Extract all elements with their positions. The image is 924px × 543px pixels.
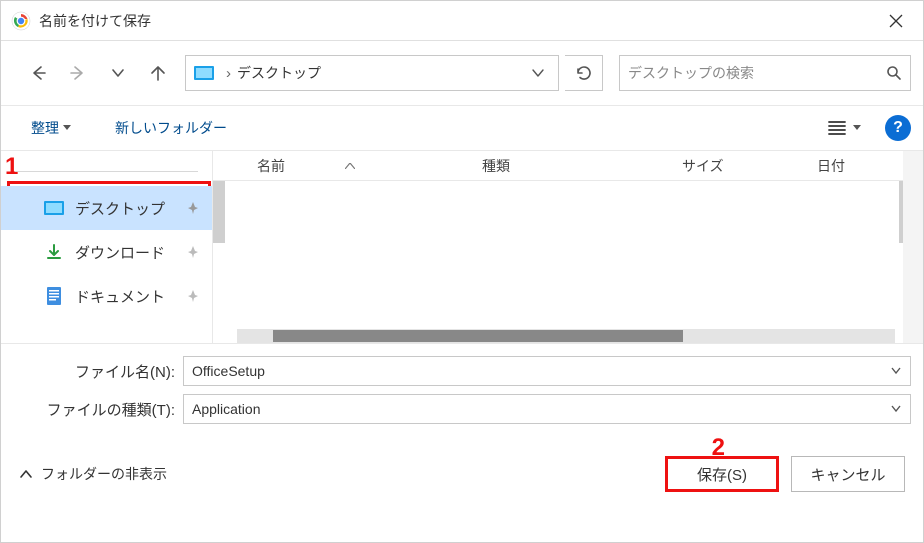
sidebar-item-label: ダウンロード: [75, 242, 186, 263]
list-body: [213, 181, 923, 343]
close-button[interactable]: [873, 1, 919, 40]
column-headers: 名前 種類 サイズ 日付: [213, 151, 923, 181]
back-button[interactable]: [21, 56, 55, 90]
refresh-button[interactable]: [565, 55, 603, 91]
filename-input[interactable]: OfficeSetup: [183, 356, 911, 386]
save-label: 保存(S): [697, 464, 747, 485]
breadcrumb[interactable]: › デスクトップ: [185, 55, 559, 91]
sidebar-item-desktop[interactable]: デスクトップ: [1, 186, 212, 230]
pin-icon: [186, 289, 200, 303]
refresh-icon: [575, 64, 593, 82]
column-name[interactable]: 名前: [257, 156, 482, 176]
up-button[interactable]: [141, 56, 175, 90]
folders-toggle[interactable]: フォルダーの非表示: [19, 464, 167, 484]
caret-down-icon: [853, 124, 861, 132]
desktop-icon: [192, 63, 216, 83]
column-type[interactable]: 種類: [482, 156, 682, 176]
cancel-label: キャンセル: [810, 464, 885, 485]
pin-icon: [186, 245, 200, 259]
filetype-label: ファイルの種類(T):: [13, 399, 183, 420]
sidebar-separator: [15, 171, 198, 172]
sidebar-item-label: デスクトップ: [75, 198, 186, 219]
breadcrumb-separator: ›: [226, 65, 231, 82]
chrome-icon: [11, 11, 31, 31]
body-area: 1 デスクトップ ダウンロード ドキュメント 名前 種類 サイズ: [1, 151, 923, 343]
filename-value: OfficeSetup: [192, 363, 890, 379]
cancel-button[interactable]: キャンセル: [791, 456, 905, 492]
folders-toggle-label: フォルダーの非表示: [41, 464, 167, 484]
organize-button[interactable]: 整理: [23, 114, 79, 142]
close-icon: [889, 14, 903, 28]
new-folder-label: 新しいフォルダー: [115, 118, 227, 138]
forward-button[interactable]: [61, 56, 95, 90]
toolbar: 整理 新しいフォルダー ?: [1, 105, 923, 151]
new-folder-button[interactable]: 新しいフォルダー: [107, 114, 235, 142]
bottom-bar: フォルダーの非表示 2 保存(S) キャンセル: [1, 438, 923, 510]
document-icon: [43, 286, 65, 306]
sidebar-item-documents[interactable]: ドキュメント: [1, 274, 212, 318]
filename-label: ファイル名(N):: [13, 361, 183, 382]
question-icon: ?: [893, 119, 903, 137]
arrow-left-icon: [29, 64, 47, 82]
save-button[interactable]: 保存(S): [665, 456, 779, 492]
filetype-value: Application: [192, 401, 890, 417]
title-bar: 名前を付けて保存: [1, 1, 923, 41]
chevron-down-icon: [111, 66, 125, 80]
chevron-up-icon: [19, 467, 33, 481]
sort-indicator: [345, 163, 355, 169]
filetype-select[interactable]: Application: [183, 394, 911, 424]
list-view-icon: [827, 120, 847, 136]
column-size[interactable]: サイズ: [682, 156, 817, 176]
sidebar: デスクトップ ダウンロード ドキュメント: [1, 151, 213, 343]
organize-label: 整理: [31, 118, 59, 138]
download-icon: [43, 243, 65, 261]
breadcrumb-dropdown[interactable]: [524, 66, 552, 80]
arrow-up-icon: [149, 64, 167, 82]
sidebar-item-label: ドキュメント: [75, 286, 186, 307]
caret-down-icon: [63, 124, 71, 132]
chevron-down-icon: [890, 365, 902, 377]
pin-icon: [186, 201, 200, 215]
chevron-down-icon: [531, 66, 545, 80]
vertical-scrollbar[interactable]: [903, 151, 923, 343]
search-box[interactable]: [619, 55, 911, 91]
desktop-icon: [43, 199, 65, 217]
search-input[interactable]: [628, 65, 886, 81]
footer: ファイル名(N): OfficeSetup ファイルの種類(T): Applic…: [1, 343, 923, 438]
help-button[interactable]: ?: [885, 115, 911, 141]
view-button[interactable]: [827, 120, 861, 136]
nav-bar: › デスクトップ: [1, 41, 923, 105]
scrollbar-thumb[interactable]: [273, 330, 683, 342]
window-title: 名前を付けて保存: [39, 11, 873, 31]
file-list: 名前 種類 サイズ 日付: [213, 151, 923, 343]
horizontal-scrollbar[interactable]: [237, 329, 895, 343]
column-date[interactable]: 日付: [817, 156, 893, 176]
history-button[interactable]: [101, 56, 135, 90]
sidebar-item-downloads[interactable]: ダウンロード: [1, 230, 212, 274]
breadcrumb-current: デスクトップ: [237, 63, 321, 83]
search-icon: [886, 65, 902, 81]
arrow-right-icon: [69, 64, 87, 82]
chevron-down-icon: [890, 403, 902, 415]
